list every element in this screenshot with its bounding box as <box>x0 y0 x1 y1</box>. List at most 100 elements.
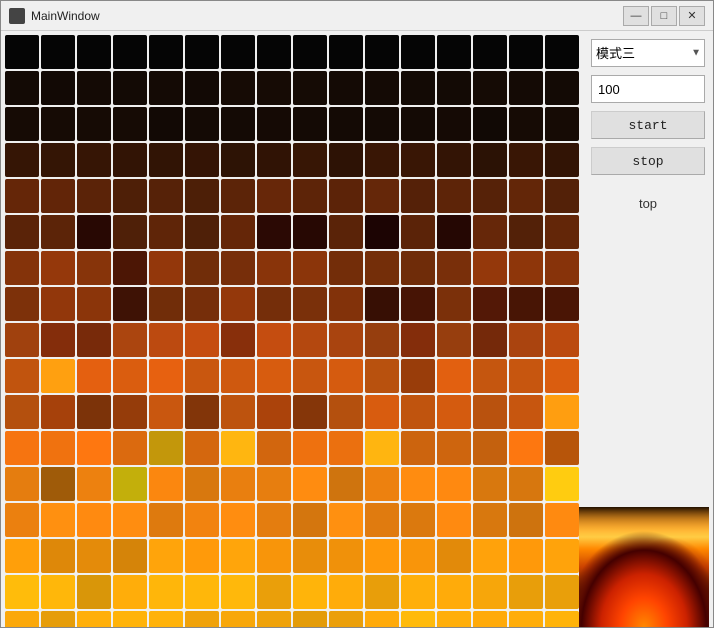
grid-cell <box>401 215 435 249</box>
grid-cell <box>293 611 327 627</box>
grid-cell <box>41 359 75 393</box>
grid-cell <box>509 359 543 393</box>
grid-cell <box>401 179 435 213</box>
grid-cell <box>5 107 39 141</box>
grid-cell <box>221 359 255 393</box>
grid-cell <box>545 431 579 465</box>
grid-cell <box>149 35 183 69</box>
grid-cell <box>149 431 183 465</box>
grid-cell <box>329 431 363 465</box>
grid-cell <box>77 107 111 141</box>
main-window: MainWindow — □ ✕ 模式一 模式二 模式三 模式四 ▼ start <box>0 0 714 628</box>
grid-cell <box>5 575 39 609</box>
grid-cell <box>329 179 363 213</box>
grid-cell <box>545 395 579 429</box>
grid-cell <box>113 359 147 393</box>
grid-cell <box>257 395 291 429</box>
mode-dropdown-wrapper: 模式一 模式二 模式三 模式四 ▼ <box>591 39 705 67</box>
stop-button[interactable]: stop <box>591 147 705 175</box>
grid-cell <box>365 71 399 105</box>
minimize-button[interactable]: — <box>623 6 649 26</box>
grid-cell <box>437 395 471 429</box>
grid-cell <box>5 287 39 321</box>
grid-cell <box>293 323 327 357</box>
grid-cell <box>41 287 75 321</box>
grid-cell <box>185 503 219 537</box>
grid-cell <box>329 287 363 321</box>
grid-cell <box>329 539 363 573</box>
grid-cell <box>329 467 363 501</box>
grid-cell <box>257 215 291 249</box>
grid-cell <box>293 143 327 177</box>
grid-cell <box>365 107 399 141</box>
grid-cell <box>5 35 39 69</box>
grid-cell <box>149 611 183 627</box>
grid-cell <box>437 287 471 321</box>
grid-cell <box>293 107 327 141</box>
grid-cell <box>293 575 327 609</box>
grid-cell <box>5 431 39 465</box>
grid-cell <box>185 431 219 465</box>
grid-cell <box>365 611 399 627</box>
grid-cell <box>293 215 327 249</box>
grid-cell <box>365 35 399 69</box>
grid-cell <box>401 467 435 501</box>
grid-cell <box>149 539 183 573</box>
grid-cell <box>257 107 291 141</box>
grid-cell <box>149 395 183 429</box>
grid-cell <box>437 179 471 213</box>
grid-cell <box>473 251 507 285</box>
grid-cell <box>365 323 399 357</box>
grid-cell <box>293 71 327 105</box>
grid-cell <box>293 431 327 465</box>
grid-cell <box>509 251 543 285</box>
grid-cell <box>113 251 147 285</box>
grid-cell <box>41 179 75 213</box>
grid-cell <box>437 215 471 249</box>
grid-cell <box>5 215 39 249</box>
grid-cell <box>185 395 219 429</box>
grid-cell <box>329 575 363 609</box>
grid-cell <box>437 575 471 609</box>
grid-cell <box>257 251 291 285</box>
mode-select[interactable]: 模式一 模式二 模式三 模式四 <box>591 39 705 67</box>
grid-cell <box>293 359 327 393</box>
grid-cell <box>509 71 543 105</box>
grid-cell <box>401 35 435 69</box>
number-input[interactable] <box>591 75 705 103</box>
grid-cell <box>329 107 363 141</box>
grid-cell <box>221 71 255 105</box>
grid-cell <box>77 287 111 321</box>
grid-cell <box>41 431 75 465</box>
grid-cell <box>113 71 147 105</box>
grid-cell <box>113 395 147 429</box>
grid-cell <box>365 359 399 393</box>
start-button[interactable]: start <box>591 111 705 139</box>
grid-cell <box>257 287 291 321</box>
grid-cell <box>41 35 75 69</box>
grid-cell <box>509 611 543 627</box>
grid-cell <box>401 395 435 429</box>
grid-cell <box>437 431 471 465</box>
grid-cell <box>185 107 219 141</box>
grid-cell <box>437 359 471 393</box>
grid-cell <box>113 287 147 321</box>
grid-cell <box>545 143 579 177</box>
grid-cell <box>5 71 39 105</box>
maximize-button[interactable]: □ <box>651 6 677 26</box>
grid-cell <box>293 35 327 69</box>
grid-cell <box>149 323 183 357</box>
grid-cell <box>509 395 543 429</box>
grid-cell <box>149 179 183 213</box>
grid-cell <box>365 215 399 249</box>
grid-cell <box>221 575 255 609</box>
grid-cell <box>41 143 75 177</box>
grid-cell <box>545 71 579 105</box>
grid-cell <box>293 503 327 537</box>
grid-cell <box>221 539 255 573</box>
grid-cell <box>473 143 507 177</box>
grid-cell <box>221 107 255 141</box>
grid-cell <box>401 539 435 573</box>
grid-cell <box>401 431 435 465</box>
close-button[interactable]: ✕ <box>679 6 705 26</box>
